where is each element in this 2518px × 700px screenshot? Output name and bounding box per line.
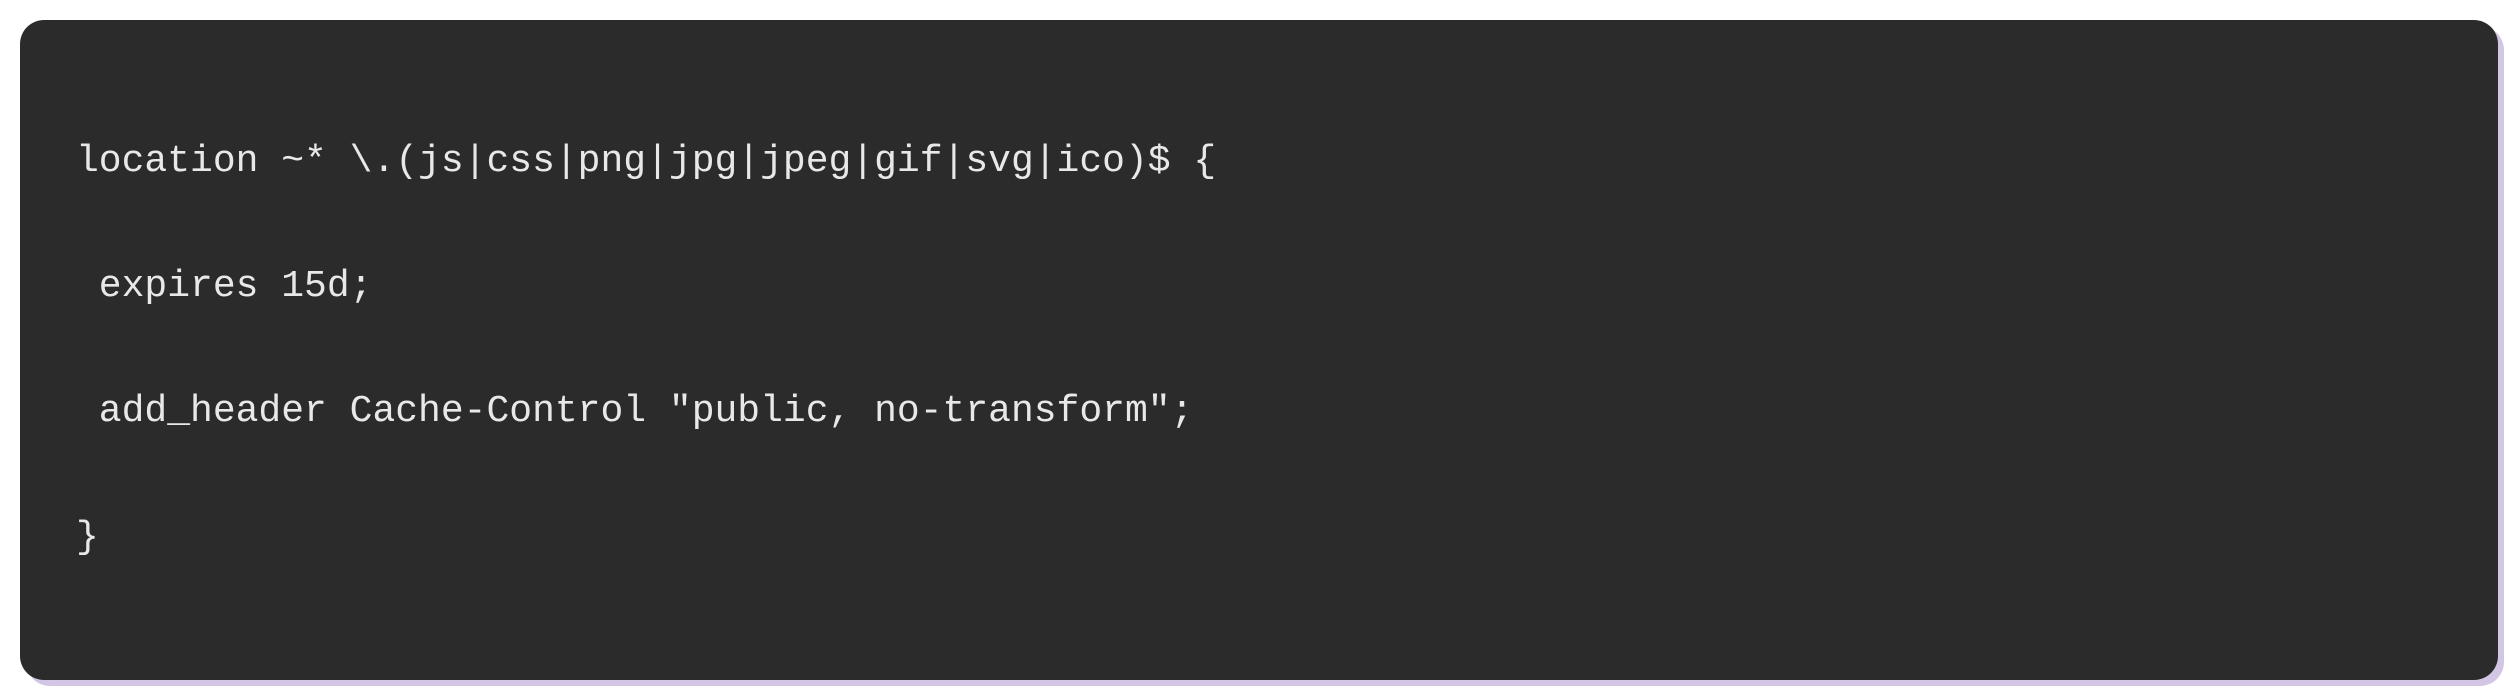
code-line: add_header Cache-Control "public, no-tra… [76,381,2442,444]
code-line: location ~* \.(js|css|png|jpg|jpeg|gif|s… [76,131,2442,194]
code-line: expires 15d; [76,256,2442,319]
code-block: location ~* \.(js|css|png|jpg|jpeg|gif|s… [20,20,2498,680]
code-line: } [76,507,2442,570]
